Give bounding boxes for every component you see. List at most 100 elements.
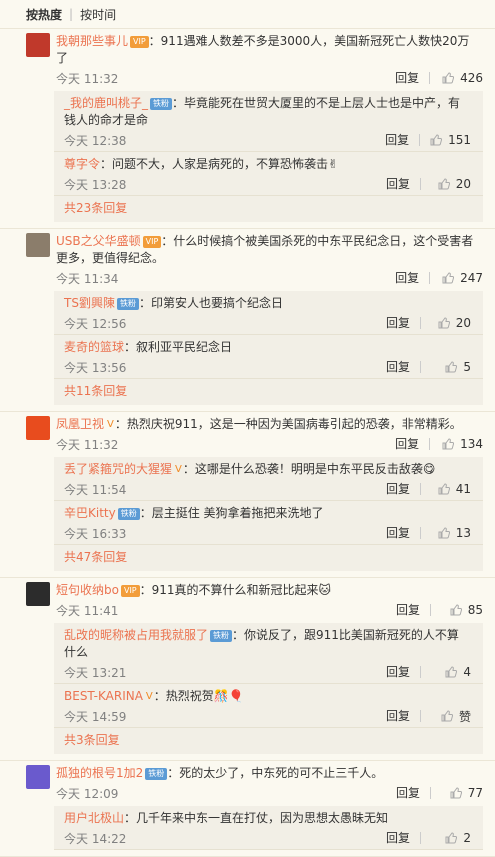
- reply-button[interactable]: 回复: [386, 666, 421, 678]
- reply-list: 乱改的昵称被占用我就服了 铁粉 ：你说反了，跟911比美国新冠死的人不算什么 今天 1…: [54, 623, 483, 754]
- comment-author[interactable]: 我朝那些事儿: [56, 34, 128, 48]
- avatar[interactable]: [26, 233, 50, 257]
- reply-button[interactable]: 回复: [386, 317, 421, 329]
- like-icon: [438, 178, 450, 190]
- comment-body: ：911真的不算什么和新冠比起来🐱: [139, 583, 332, 597]
- reply-author[interactable]: 麦奇的篮球: [64, 340, 124, 354]
- reply-author[interactable]: 辛巴Kitty: [64, 506, 116, 520]
- reply-button[interactable]: 回复: [396, 604, 431, 616]
- like-count: 426: [460, 71, 483, 85]
- comment-author[interactable]: 短句收纳bo: [56, 583, 119, 597]
- avatar[interactable]: [26, 765, 50, 789]
- reply-list: 丢了紧箍咒的大猩猩 V：这哪是什么恐袭！明明是中东平民反击敌袭😋 今天 11:54 回…: [54, 457, 483, 571]
- like-button[interactable]: 85: [443, 603, 483, 617]
- more-replies-link[interactable]: 共11条回复: [54, 379, 483, 405]
- reply-body: ：热烈祝贺🎊🎈: [153, 689, 244, 703]
- sort-by-hot[interactable]: 按热度: [26, 6, 62, 23]
- like-icon: [438, 317, 450, 329]
- like-button[interactable]: 247: [442, 271, 483, 285]
- like-icon: [450, 787, 462, 799]
- reply-button[interactable]: 回复: [386, 527, 421, 539]
- reply-time: 今天 13:28: [64, 177, 127, 192]
- reply-item: BEST-KARINA V：热烈祝贺🎊🎈 今天 14:59 回复 赞: [54, 684, 483, 728]
- reply-button[interactable]: 回复: [386, 483, 421, 495]
- comment-time: 今天 11:32: [56, 437, 119, 452]
- reply-button[interactable]: 回复: [395, 272, 431, 284]
- reply-author[interactable]: 乱改的昵称被占用我就服了: [64, 628, 208, 642]
- like-button[interactable]: 77: [443, 786, 483, 800]
- reply-author[interactable]: 尊字令: [64, 157, 100, 171]
- like-icon: [445, 361, 458, 373]
- comment-time: 今天 11:41: [56, 603, 119, 618]
- more-replies-link[interactable]: 共3条回复: [54, 728, 483, 754]
- comment-item: 短句收纳bo VIP ：911真的不算什么和新冠比起来🐱 今天 11:41 回复 85 乱改…: [0, 578, 495, 761]
- reply-author[interactable]: 丢了紧箍咒的大猩猩: [64, 462, 172, 476]
- comment-item: USB之父华盛顿 VIP ：什么时候搞个被美国杀死的中东平民纪念日，这个受害者更多，…: [0, 229, 495, 412]
- reply-meta: 今天 13:28 回复 20: [64, 173, 471, 195]
- like-icon: [442, 72, 455, 84]
- reply-button[interactable]: 回复: [385, 134, 421, 146]
- comment-meta: 今天 11:34 回复 247: [56, 267, 483, 289]
- like-count: 4: [463, 665, 471, 679]
- reply-text: TS劉興陳 铁粉 ：印第安人也要搞个纪念日: [64, 295, 471, 312]
- reply-button[interactable]: 回复: [395, 72, 431, 84]
- reply-button[interactable]: 回复: [396, 787, 431, 799]
- reply-button[interactable]: 回复: [386, 832, 421, 844]
- more-replies-link[interactable]: 共23条回复: [54, 196, 483, 222]
- like-count: 41: [455, 482, 471, 496]
- reply-button[interactable]: 回复: [386, 361, 421, 373]
- reply-time: 今天 16:33: [64, 526, 127, 541]
- like-icon: [445, 666, 458, 678]
- reply-button[interactable]: 回复: [395, 438, 431, 450]
- like-button[interactable]: 426: [442, 71, 483, 85]
- like-button[interactable]: 13: [431, 526, 471, 540]
- user-badge: V: [175, 464, 182, 475]
- user-badge: 铁粉: [117, 508, 140, 520]
- user-badge: 铁粉: [145, 768, 168, 780]
- reply-author[interactable]: TS劉興陳: [64, 296, 115, 310]
- avatar[interactable]: [26, 582, 50, 606]
- reply-button[interactable]: 回复: [386, 178, 421, 190]
- comment-text: 我朝那些事儿 VIP ：911遇难人数差不多是3000人，美国新冠死亡人数快20万了: [56, 33, 483, 67]
- avatar[interactable]: [26, 33, 50, 57]
- comment-meta: 今天 11:32 回复 426: [56, 67, 483, 89]
- like-button[interactable]: 2: [431, 831, 471, 845]
- like-count: 13: [455, 526, 471, 540]
- user-badge: V: [145, 691, 153, 702]
- comment-meta: 今天 11:41 回复 85: [56, 599, 483, 621]
- comment-author[interactable]: USB之父华盛顿: [56, 234, 141, 248]
- like-button[interactable]: 4: [431, 665, 471, 679]
- comment-author[interactable]: 孤独的根号1加2: [56, 766, 143, 780]
- like-button[interactable]: 134: [442, 437, 483, 451]
- like-button[interactable]: 20: [431, 177, 471, 191]
- like-count: 77: [467, 786, 483, 800]
- reply-list: TS劉興陳 铁粉 ：印第安人也要搞个纪念日 今天 12:56 回复 20 麦奇的篮球：叙利亚…: [54, 291, 483, 405]
- sort-by-time[interactable]: 按时间: [80, 6, 116, 23]
- reply-button[interactable]: 回复: [386, 710, 421, 722]
- avatar[interactable]: [26, 416, 50, 440]
- reply-body: ：层主挺住 美狗拿着拖把来洗地了: [139, 506, 324, 520]
- like-button[interactable]: 41: [431, 482, 471, 496]
- like-button[interactable]: 20: [431, 316, 471, 330]
- comment-author[interactable]: 凤凰卫视: [56, 417, 104, 431]
- reply-item: 辛巴Kitty 铁粉 ：层主挺住 美狗拿着拖把来洗地了 今天 16:33 回复 13: [54, 501, 483, 545]
- like-button[interactable]: 赞: [431, 708, 471, 725]
- reply-body: ：印第安人也要搞个纪念日: [138, 296, 283, 310]
- reply-body: ：这哪是什么恐袭！明明是中东平民反击敌袭😋: [182, 462, 436, 476]
- reply-list: 用户北极山：几千年来中东一直在打仗，因为思想太愚昧无知 今天 14:22 回复 2: [54, 806, 483, 850]
- comment-time: 今天 11:32: [56, 71, 119, 86]
- comment-meta: 今天 11:32 回复 134: [56, 433, 483, 455]
- reply-item: 麦奇的篮球：叙利亚平民纪念日 今天 13:56 回复 5: [54, 335, 483, 379]
- comment-body: ：死的太少了，中东死的可不止三千人。: [167, 766, 384, 780]
- like-button[interactable]: 151: [430, 133, 471, 147]
- like-button[interactable]: 5: [431, 360, 471, 374]
- reply-meta: 今天 13:21 回复 4: [64, 661, 471, 683]
- reply-author[interactable]: _我的鹿叫桃子_: [64, 96, 148, 110]
- like-count: 85: [467, 603, 483, 617]
- like-icon: [450, 604, 462, 616]
- reply-author[interactable]: BEST-KARINA: [64, 689, 143, 703]
- comment-meta: 今天 12:09 回复 77: [56, 782, 483, 804]
- user-badge: VIP: [130, 36, 149, 48]
- reply-item: 乱改的昵称被占用我就服了 铁粉 ：你说反了，跟911比美国新冠死的人不算什么 今天 1…: [54, 623, 483, 684]
- more-replies-link[interactable]: 共47条回复: [54, 545, 483, 571]
